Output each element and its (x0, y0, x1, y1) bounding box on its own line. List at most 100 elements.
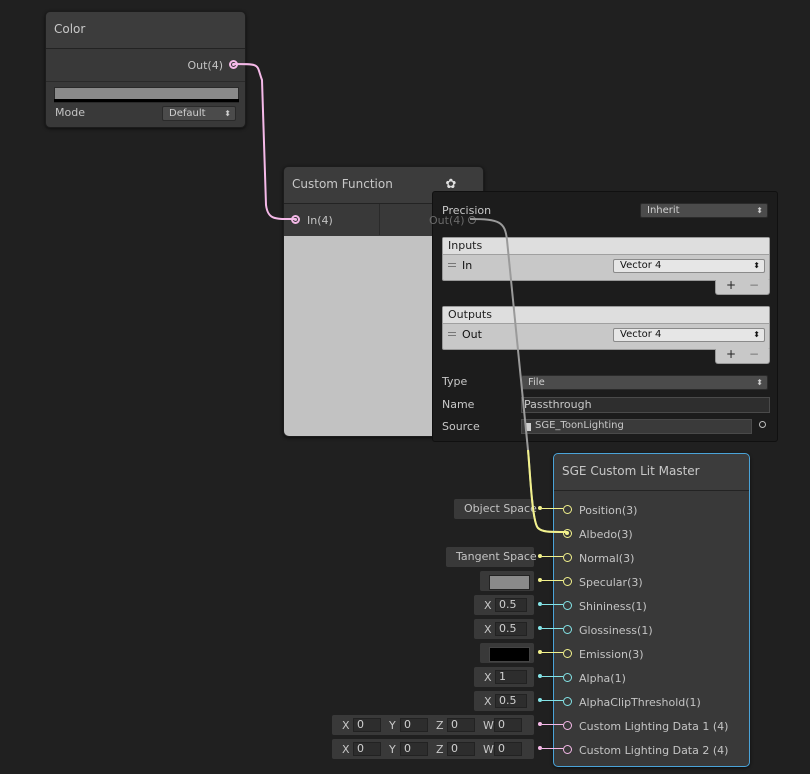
data2-component-field[interactable]: 0 (447, 742, 475, 756)
inline-connector-line (542, 628, 563, 629)
master-node[interactable]: SGE Custom Lit Master Position(3) Albedo(… (553, 453, 750, 767)
master-input-label: Custom Lighting Data 2 (4) (579, 744, 729, 757)
inputs-add-button[interactable]: + (726, 278, 736, 292)
alpha-field[interactable]: 1 (495, 670, 527, 684)
position-space-value: Object Space (464, 502, 537, 515)
drag-handle-icon[interactable] (448, 263, 456, 264)
precision-label: Precision (442, 204, 492, 217)
data1-component-field[interactable]: 0 (353, 718, 381, 732)
custom-function-inspector[interactable]: ✿ Out(4) Precision Inherit ⬍ Inputs In V… (429, 178, 778, 442)
color-mode-label: Mode (55, 106, 85, 119)
data1-component-field[interactable]: 0 (447, 718, 475, 732)
dropdown-arrow-icon: ⬍ (753, 261, 760, 270)
data2-axis-label: Y (389, 743, 396, 756)
master-input-label: Normal(3) (579, 552, 635, 565)
data2-component-field[interactable]: 0 (353, 742, 381, 756)
inputs-row-name: In (462, 259, 473, 272)
inline-connector-line (542, 580, 563, 581)
custom-function-output-port[interactable] (468, 216, 476, 224)
clip-field[interactable]: 0.5 (495, 694, 527, 708)
master-input-port[interactable] (563, 745, 572, 754)
data2-component-field[interactable]: 0 (400, 742, 428, 756)
file-icon (525, 423, 531, 431)
master-input-port[interactable] (563, 673, 572, 682)
color-mode-dropdown[interactable]: Default ⬍ (162, 106, 236, 121)
data1-component-value: 0 (451, 718, 458, 731)
dropdown-arrow-icon: ⬍ (756, 378, 763, 387)
name-label: Name (442, 398, 475, 411)
drag-handle-icon[interactable] (448, 332, 456, 333)
data2-component-field[interactable]: 0 (494, 742, 522, 756)
dropdown-arrow-icon: ⬍ (756, 206, 763, 215)
color-mode-value: Default (169, 108, 206, 119)
emission-color-swatch[interactable] (489, 647, 530, 662)
inline-connector-line (542, 556, 563, 557)
master-input-label: Specular(3) (579, 576, 643, 589)
master-input-label: AlphaClipThreshold(1) (579, 696, 701, 709)
outputs-add-button[interactable]: + (726, 347, 736, 361)
alpha-value: 1 (499, 670, 506, 683)
inline-connector-line (542, 724, 563, 725)
inputs-list-row[interactable]: In Vector 4 ⬍ (443, 257, 769, 275)
source-field[interactable]: SGE_ToonLighting (521, 419, 752, 434)
inline-connector-line (542, 652, 563, 653)
master-input-port[interactable] (563, 505, 572, 514)
master-input-port[interactable] (563, 553, 572, 562)
data2-component-value: 0 (451, 742, 458, 755)
inputs-row-type-dropdown[interactable]: Vector 4 ⬍ (613, 259, 765, 273)
name-field[interactable]: Passthrough (521, 397, 770, 413)
custom-function-input-port[interactable] (291, 215, 300, 224)
glossiness-axis-label: X (484, 623, 492, 636)
inputs-list-header: Inputs (443, 238, 769, 255)
master-input-port[interactable] (563, 529, 572, 538)
color-node[interactable]: Color Out(4) Mode Default ⬍ (45, 11, 246, 128)
object-picker-icon[interactable] (759, 421, 766, 428)
type-dropdown[interactable]: File ⬍ (521, 375, 768, 390)
color-node-header[interactable]: Color (46, 12, 245, 49)
master-input-port[interactable] (563, 721, 572, 730)
master-input-port[interactable] (563, 697, 572, 706)
normal-space-value: Tangent Space (456, 550, 537, 563)
outputs-list-row[interactable]: Out Vector 4 ⬍ (443, 326, 769, 344)
data1-component-value: 0 (498, 718, 505, 731)
inputs-list: Inputs In Vector 4 ⬍ (442, 237, 770, 281)
shininess-field[interactable]: 0.5 (495, 598, 527, 612)
master-input-port[interactable] (563, 649, 572, 658)
alpha-axis-label: X (484, 671, 492, 684)
master-input-label: Glossiness(1) (579, 624, 653, 637)
inputs-header-label: Inputs (448, 239, 483, 252)
data1-component-value: 0 (357, 718, 364, 731)
data2-component-value: 0 (357, 742, 364, 755)
master-input-port[interactable] (563, 601, 572, 610)
data1-component-field[interactable]: 0 (494, 718, 522, 732)
inline-connector-line (542, 748, 563, 749)
glossiness-value: 0.5 (499, 622, 517, 635)
master-node-title: SGE Custom Lit Master (562, 464, 700, 478)
master-input-label: Custom Lighting Data 1 (4) (579, 720, 729, 733)
color-swatch-alpha-bar (54, 99, 239, 102)
specular-color-swatch[interactable] (489, 575, 530, 590)
data1-component-value: 0 (404, 718, 411, 731)
color-output-port[interactable] (229, 60, 238, 69)
outputs-row-type-dropdown[interactable]: Vector 4 ⬍ (613, 328, 765, 342)
type-value: File (528, 377, 545, 388)
shininess-axis-label: X (484, 599, 492, 612)
outputs-remove-button[interactable]: − (749, 347, 759, 361)
data1-component-field[interactable]: 0 (400, 718, 428, 732)
data1-axis-label: Z (436, 719, 444, 732)
master-input-port[interactable] (563, 625, 572, 634)
source-value: SGE_ToonLighting (535, 420, 624, 431)
master-node-header[interactable]: SGE Custom Lit Master (554, 454, 749, 491)
master-input-port[interactable] (563, 577, 572, 586)
precision-dropdown[interactable]: Inherit ⬍ (640, 203, 768, 218)
glossiness-field[interactable]: 0.5 (495, 622, 527, 636)
data1-axis-label: Y (389, 719, 396, 732)
clip-value: 0.5 (499, 694, 517, 707)
shininess-value: 0.5 (499, 598, 517, 611)
custom-function-title: Custom Function (292, 177, 393, 191)
gear-icon[interactable]: ✿ (444, 178, 458, 192)
master-input-label: Albedo(3) (579, 528, 633, 541)
inline-connector-line (542, 700, 563, 701)
outputs-header-label: Outputs (448, 308, 492, 321)
inputs-remove-button[interactable]: − (749, 278, 759, 292)
